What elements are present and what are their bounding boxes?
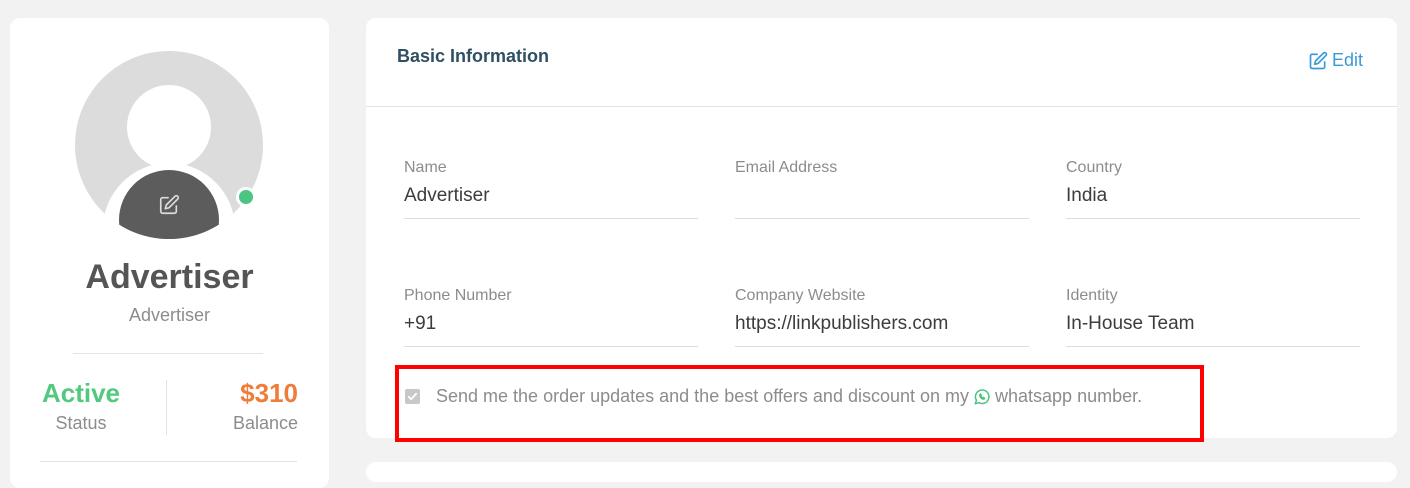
phone-label: Phone Number	[404, 287, 512, 304]
balance-value: $310	[240, 378, 298, 408]
divider	[40, 461, 297, 462]
balance-label: Balance	[232, 413, 298, 433]
identity-value: In-House Team	[1066, 313, 1195, 334]
name-field[interactable]: Name Advertiser	[404, 159, 698, 219]
stat-separator	[166, 380, 167, 435]
country-field[interactable]: Country India	[1066, 159, 1360, 219]
user-placeholder-icon	[127, 85, 211, 169]
section-title: Basic Information	[397, 46, 550, 66]
country-value: India	[1066, 185, 1108, 206]
website-label: Company Website	[735, 287, 866, 304]
highlight-annotation-box	[395, 365, 1204, 442]
identity-label: Identity	[1066, 287, 1118, 304]
name-value: Advertiser	[404, 185, 490, 206]
country-label: Country	[1066, 159, 1123, 176]
name-label: Name	[404, 159, 447, 176]
email-field[interactable]: Email Address	[735, 159, 1029, 219]
online-status-dot	[236, 187, 256, 207]
edit-label: Edit	[1332, 50, 1364, 70]
identity-field[interactable]: Identity In-House Team	[1066, 287, 1360, 347]
profile-name: Advertiser	[85, 258, 254, 296]
next-card-edge	[366, 462, 1397, 482]
phone-field[interactable]: Phone Number +91	[404, 287, 698, 347]
status-label: Status	[55, 413, 107, 433]
website-value: https://linkpublishers.com	[735, 313, 949, 334]
profile-card: Advertiser Advertiser Active Status $310…	[10, 18, 329, 488]
phone-value: +91	[404, 313, 437, 334]
profile-role: Advertiser	[128, 305, 211, 325]
edit-icon	[159, 194, 180, 215]
email-label: Email Address	[735, 159, 838, 176]
status-value: Active	[41, 378, 121, 408]
divider	[73, 353, 263, 354]
avatar	[75, 51, 263, 239]
edit-icon	[1309, 51, 1328, 69]
edit-button[interactable]: Edit	[1308, 50, 1363, 71]
header-divider	[366, 106, 1397, 107]
website-field[interactable]: Company Website https://linkpublishers.c…	[735, 287, 1029, 347]
avatar-container	[75, 51, 263, 239]
